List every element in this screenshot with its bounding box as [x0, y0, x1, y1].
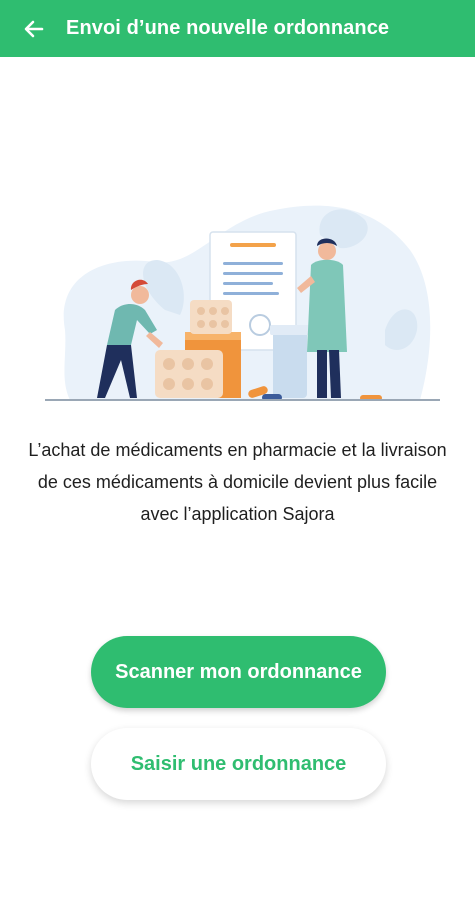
- description-text: L’achat de médicaments en pharmacie et l…: [28, 440, 447, 524]
- app-bar: Envoi d’une nouvelle ordonnance: [0, 0, 475, 57]
- arrow-left-icon: [24, 20, 44, 37]
- scan-prescription-button[interactable]: Scanner mon ordonnance: [91, 636, 386, 708]
- page-title: Envoi d’une nouvelle ordonnance: [66, 17, 390, 39]
- enter-prescription-button[interactable]: Saisir une ordonnance: [91, 728, 386, 800]
- back-button[interactable]: [14, 9, 54, 49]
- pharmacy-illustration: [45, 205, 440, 401]
